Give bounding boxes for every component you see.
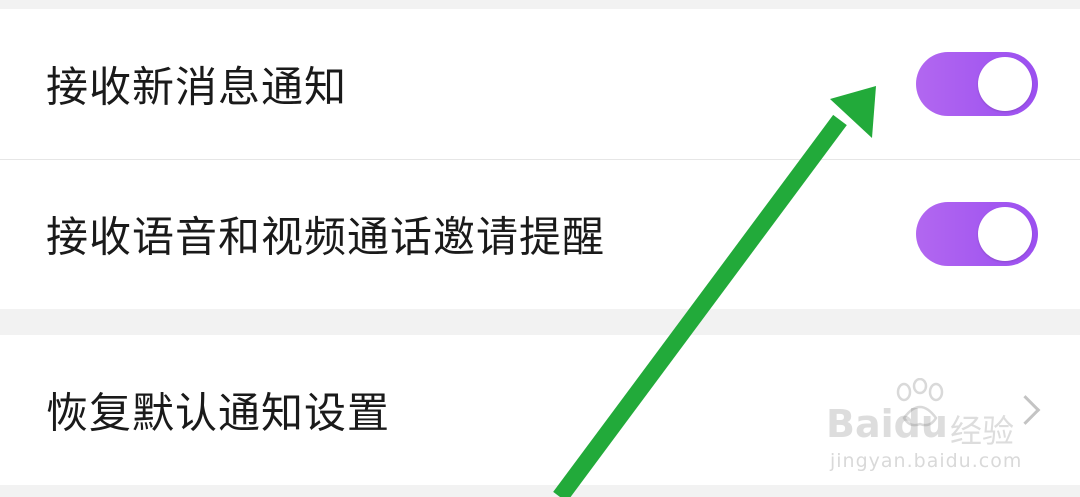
chevron-right-icon	[1010, 395, 1041, 425]
row-restore-default-notification-settings[interactable]: 恢复默认通知设置	[0, 335, 1080, 485]
call-invite-reminder-toggle[interactable]	[916, 202, 1038, 266]
row-label: 接收新消息通知	[46, 62, 348, 112]
new-message-notification-toggle[interactable]	[916, 52, 1038, 116]
notification-settings-screen: 接收新消息通知 接收语音和视频通话邀请提醒 恢复默认通知设置 Baidu 经验 …	[0, 0, 1080, 497]
notification-toggle-group: 接收新消息通知 接收语音和视频通话邀请提醒	[0, 9, 1080, 309]
row-label: 接收语音和视频通话邀请提醒	[46, 212, 606, 262]
row-call-invite-reminder[interactable]: 接收语音和视频通话邀请提醒	[0, 159, 1080, 309]
row-receive-new-message-notification[interactable]: 接收新消息通知	[0, 9, 1080, 159]
row-label: 恢复默认通知设置	[46, 388, 391, 438]
toggle-knob	[978, 57, 1032, 111]
toggle-knob	[978, 207, 1032, 261]
restore-defaults-group: 恢复默认通知设置	[0, 335, 1080, 485]
